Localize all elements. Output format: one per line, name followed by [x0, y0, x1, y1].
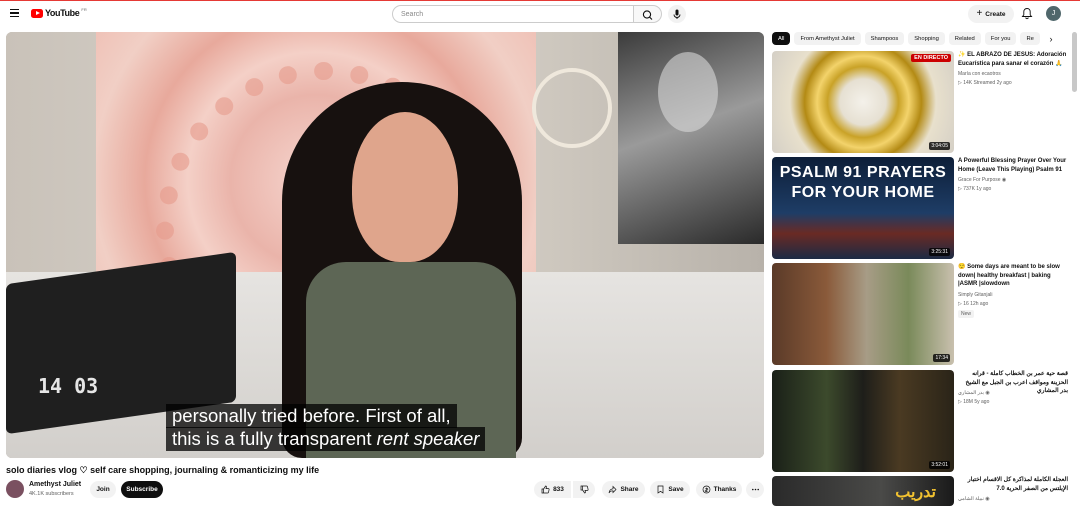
menu-icon[interactable] [10, 9, 19, 17]
top-bar: YouTube FR Search + Create J [0, 0, 1080, 28]
chip-all[interactable]: All [772, 32, 791, 45]
thanks-button[interactable]: Thanks [696, 481, 742, 498]
bell-icon[interactable] [1021, 7, 1033, 20]
mic-icon [673, 9, 681, 19]
account-avatar[interactable]: J [1046, 6, 1061, 21]
channel-avatar[interactable] [6, 480, 24, 498]
thumbs-up-icon [541, 485, 550, 494]
duration-badge: 3:52:01 [929, 461, 950, 469]
recommendation-item[interactable]: 3:52:01 قصة حية عمر بن الخطاب كاملة - قر… [772, 370, 1068, 472]
chip-for-you[interactable]: For you [984, 32, 1017, 45]
thumbnail-text: تدريب [895, 484, 936, 501]
logo-text: YouTube [45, 8, 80, 18]
duration-badge: 3:04:05 [929, 142, 950, 150]
recommendation-thumbnail[interactable]: 3:52:01 [772, 370, 954, 472]
recommendation-title[interactable]: ✨ EL ABRAZO DE JESÚS: Adoración Eucaríst… [958, 51, 1068, 68]
chevron-right-icon[interactable]: › [1044, 32, 1058, 45]
recommendation-item[interactable]: تدريب العجلة الكاملة لمذاكرة كل الاقسام … [772, 476, 1068, 506]
recommendation-meta: ▷ 16 12h ago [958, 301, 989, 307]
create-button[interactable]: + Create [968, 5, 1014, 23]
create-label: Create [985, 10, 1006, 18]
recommendation-channel[interactable]: بدر المشاري ◉ [958, 390, 990, 396]
recommendation-title[interactable]: 😌 Some days are meant to be slow down| h… [958, 263, 1068, 289]
duration-badge: 17:34 [933, 354, 950, 362]
new-badge: New [958, 310, 975, 318]
like-count: 833 [553, 486, 564, 493]
youtube-logo-icon [31, 8, 43, 18]
plus-icon: + [976, 8, 983, 19]
video-title: solo diaries vlog ♡ self care shopping, … [6, 465, 320, 475]
recommendation-channel[interactable]: María con ecaotros [958, 71, 1001, 77]
chip-related[interactable]: Related [948, 32, 981, 45]
recommendation-item[interactable]: 17:34 😌 Some days are meant to be slow d… [772, 263, 1062, 365]
caption-line-2-italic: rent speaker [376, 428, 480, 449]
recommendation-thumbnail[interactable]: تدريب [772, 476, 954, 506]
search-button[interactable] [634, 5, 662, 23]
duration-badge: 3:25:31 [929, 248, 950, 256]
progress-line [0, 0, 1080, 1]
recommendation-thumbnail[interactable]: PSALM 91 PRAYERS FOR YOUR HOME 3:25:31 [772, 157, 954, 259]
video-player[interactable]: 14 03 personally tried before. First of … [6, 32, 764, 458]
recommendation-meta: ▷ 14K Streamed 2y ago [958, 80, 1012, 86]
thanks-label: Thanks [713, 486, 737, 493]
thumbnail-text: PSALM 91 PRAYERS FOR YOUR HOME [779, 164, 947, 201]
more-icon [751, 488, 759, 491]
subscribe-button[interactable]: Subscribe [121, 481, 163, 498]
clock-time: 14 03 [38, 374, 99, 398]
recommendation-meta: ▷ 737K 1y ago [958, 186, 992, 192]
join-button[interactable]: Join [90, 481, 116, 498]
recommendation-item[interactable]: PSALM 91 PRAYERS FOR YOUR HOME 3:25:31 A… [772, 157, 1066, 259]
thumbs-down-icon [580, 485, 588, 494]
recommendation-thumbnail[interactable]: 17:34 [772, 263, 954, 365]
voice-search-button[interactable] [668, 5, 686, 23]
person-face [352, 112, 458, 262]
more-actions-button[interactable] [746, 481, 764, 498]
chip-from-channel[interactable]: From Amethyst Juliet [794, 32, 861, 45]
search-icon [642, 10, 653, 20]
recommendation-channel[interactable]: Grace For Purpose ◉ [958, 177, 1006, 183]
recommendation-title[interactable]: العجلة الكاملة لمذاكرة كل الاقسام اختبار… [958, 476, 1068, 493]
channel-name[interactable]: Amethyst Juliet [29, 481, 81, 488]
chip-recent[interactable]: Re [1020, 32, 1040, 45]
bookmark-icon [658, 485, 664, 494]
caption-line-2: this is a fully transparent rent speaker [166, 427, 486, 451]
logo-country: FR [81, 6, 87, 12]
recommendation-title[interactable]: A Powerful Blessing Prayer Over Your Hom… [958, 157, 1068, 174]
share-button[interactable]: Share [602, 481, 645, 498]
subscriber-count: 4K.1K subscribers [29, 491, 74, 497]
dislike-button[interactable] [573, 481, 595, 498]
share-label: Share [620, 486, 639, 493]
sidebar-scrollbar[interactable] [1072, 32, 1077, 92]
filter-chips: All From Amethyst Juliet Shampoos Shoppi… [772, 32, 1052, 45]
chip-shampoos[interactable]: Shampoos [864, 32, 905, 45]
thanks-icon [702, 485, 710, 494]
share-icon [609, 485, 617, 494]
recommendation-channel[interactable]: نبيلة الشامي ◉ [958, 496, 990, 502]
recommendation-item[interactable]: EN DIRECTO 3:04:05 ✨ EL ABRAZO DE JESÚS:… [772, 51, 1066, 153]
chip-shopping[interactable]: Shopping [908, 32, 945, 45]
save-button[interactable]: Save [650, 481, 690, 498]
recommendation-meta: ▷ 18M 5y ago [958, 399, 990, 405]
caption-line-1: personally tried before. First of all, [166, 404, 457, 428]
poster-decor [618, 32, 764, 244]
caption-line-2-text: this is a fully transparent [172, 428, 377, 449]
like-button[interactable]: 833 [534, 481, 571, 498]
youtube-logo[interactable]: YouTube FR [31, 6, 87, 18]
save-label: Save [668, 486, 684, 493]
recommendation-thumbnail[interactable]: EN DIRECTO 3:04:05 [772, 51, 954, 153]
recommendation-channel[interactable]: Simply Gitanjali [958, 292, 992, 298]
live-badge: EN DIRECTO [911, 54, 951, 62]
dreamcatcher-decor [532, 68, 612, 148]
search-input[interactable]: Search [392, 5, 634, 23]
